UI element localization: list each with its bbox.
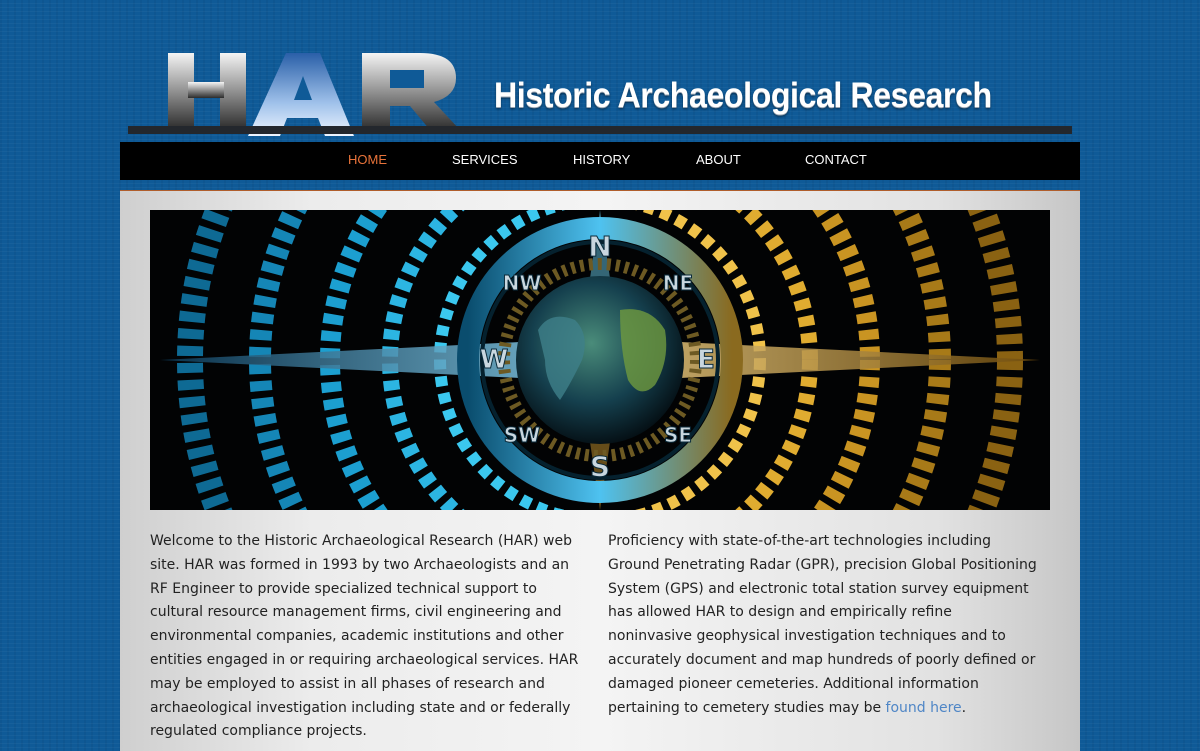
har-logo[interactable] (168, 48, 468, 138)
cemetery-studies-link[interactable]: found here (886, 700, 962, 716)
compass-label-ne: NE (663, 271, 693, 295)
compass-label-se: SE (664, 423, 692, 447)
nav-contact[interactable]: CONTACT (805, 142, 867, 178)
technology-text: Proficiency with state-of-the-art techno… (608, 533, 1037, 716)
compass-label-nw: NW (503, 271, 542, 295)
site-title: Historic Archaeological Research (494, 76, 992, 115)
main-navigation: HOME SERVICES HISTORY ABOUT CONTACT (120, 142, 1080, 180)
compass-label-e: E (697, 345, 715, 375)
content-area: N NE E SE S SW W NW Welcome to the Histo… (120, 191, 1080, 751)
nav-home[interactable]: HOME (348, 142, 387, 178)
technology-paragraph: Proficiency with state-of-the-art techno… (608, 530, 1040, 720)
technology-text-end: . (961, 699, 967, 716)
compass-label-sw: SW (504, 423, 540, 447)
compass-label-n: N (588, 230, 611, 263)
nav-services[interactable]: SERVICES (452, 142, 518, 178)
compass-label-s: S (590, 450, 610, 483)
compass-label-w: W (480, 345, 509, 375)
header-divider (128, 126, 1072, 134)
nav-about[interactable]: ABOUT (696, 142, 741, 178)
site-header: Historic Archaeological Research (128, 40, 1072, 136)
nav-history[interactable]: HISTORY (573, 142, 630, 178)
intro-paragraph: Welcome to the Historic Archaeological R… (150, 533, 579, 740)
compass-globe-banner: N NE E SE S SW W NW (150, 210, 1050, 510)
